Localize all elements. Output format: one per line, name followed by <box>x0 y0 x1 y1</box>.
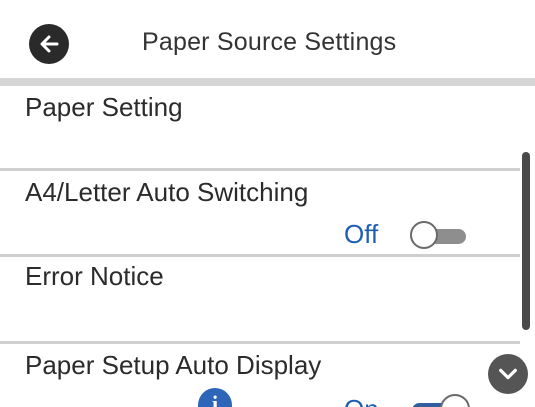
back-button[interactable] <box>29 24 69 64</box>
toggle-switch-on[interactable] <box>412 394 474 407</box>
toggle-knob <box>440 394 470 407</box>
toggle-knob <box>410 221 438 249</box>
list-item-label: Paper Setting <box>25 92 183 122</box>
setting-value: Off <box>344 219 379 249</box>
scrollbar[interactable] <box>522 152 530 330</box>
chevron-down-icon <box>499 368 517 380</box>
setting-value: On <box>344 394 379 407</box>
toggle-switch-off[interactable] <box>410 221 468 251</box>
list-item-label: A4/Letter Auto Switching <box>25 177 309 207</box>
list-item-paper-setup-auto-display[interactable]: Paper Setup Auto Display i On <box>0 344 520 407</box>
info-icon[interactable]: i <box>198 388 232 407</box>
list-item-error-notice[interactable]: Error Notice <box>0 257 520 343</box>
header-bar: Paper Source Settings <box>0 0 535 86</box>
scroll-down-button[interactable] <box>488 354 528 394</box>
arrow-left-icon <box>40 35 59 53</box>
page-title: Paper Source Settings <box>142 28 397 56</box>
list-item-label: Paper Setup Auto Display <box>25 350 322 380</box>
header-divider <box>0 78 535 86</box>
settings-list: Paper Setting A4/Letter Auto Switching O… <box>0 86 535 407</box>
list-item-paper-setting[interactable]: Paper Setting <box>0 86 520 170</box>
list-item-a4-letter-auto-switching[interactable]: A4/Letter Auto Switching Off <box>0 171 520 255</box>
list-item-label: Error Notice <box>25 261 164 291</box>
